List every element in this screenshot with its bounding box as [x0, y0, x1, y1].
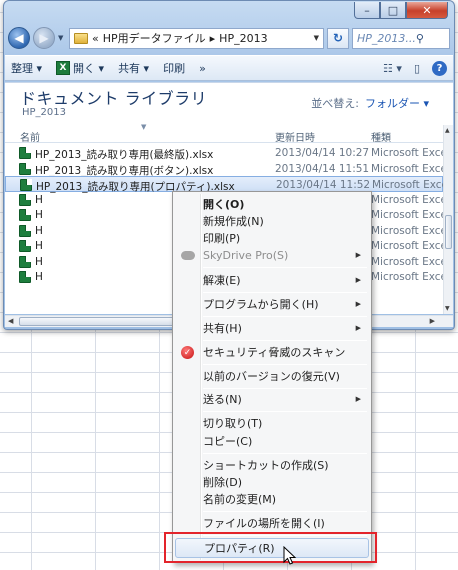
security-scan-icon: ✓ [181, 346, 194, 359]
excel-file-icon [19, 147, 31, 159]
menu-separator [203, 511, 367, 512]
print-button[interactable]: 印刷 [163, 60, 185, 76]
submenu-arrow-icon: ▶ [355, 251, 361, 259]
file-row[interactable]: HP_2013_読み取り専用(ボタン).xlsx 2013/04/14 11:5… [5, 161, 450, 177]
open-button[interactable]: X 開く ▾ [56, 60, 104, 76]
folder-icon [74, 32, 88, 44]
excel-file-icon [19, 193, 31, 206]
share-button[interactable]: 共有 ▾ [118, 60, 149, 76]
scroll-left-icon[interactable]: ◀ [8, 317, 13, 325]
menu-item-share[interactable]: 共有(H) ▶ [175, 318, 369, 338]
scroll-thumb[interactable] [445, 215, 452, 249]
sort-indicator-icon: ▼ [141, 123, 147, 131]
address-dropdown-icon[interactable]: ▼ [314, 34, 319, 42]
menu-separator [203, 316, 367, 317]
menu-separator [203, 340, 367, 341]
submenu-arrow-icon: ▶ [355, 300, 361, 308]
library-title: ドキュメント ライブラリ [20, 89, 208, 108]
context-menu: 開く(O) 新規作成(N) 印刷(P) SkyDrive Pro(S) ▶ 解凍… [172, 191, 372, 563]
breadcrumb-current[interactable]: HP_2013 [219, 32, 267, 45]
menu-item-extract[interactable]: 解凍(E) ▶ [175, 270, 369, 290]
excel-file-icon [19, 240, 31, 252]
excel-icon: X [56, 61, 71, 75]
excel-file-icon [19, 209, 31, 221]
refresh-button[interactable]: ↻ [327, 27, 349, 49]
file-row-selected[interactable]: HP_2013_読み取り専用(プロパティ).xlsx 2013/04/14 11… [5, 176, 451, 193]
forward-button[interactable]: ▶ [33, 27, 55, 49]
menu-item-open-with[interactable]: プログラムから開く(H) ▶ [175, 294, 369, 314]
menu-item-cut[interactable]: 切り取り(T) [175, 413, 369, 433]
menu-item-skydrive[interactable]: SkyDrive Pro(S) ▶ [175, 245, 369, 265]
menu-separator [203, 267, 367, 268]
close-button[interactable]: ✕ [406, 2, 448, 19]
address-bar[interactable]: « HP用データファイル ▸ HP_2013 ▼ [69, 27, 324, 49]
highlight-box [164, 532, 377, 563]
minimize-button[interactable]: – [354, 2, 380, 19]
column-header: ▼ 名前 更新日時 種類 [5, 123, 443, 144]
library-subtitle: HP_2013 [22, 107, 66, 118]
scroll-right-icon[interactable]: ▶ [430, 317, 435, 325]
back-button[interactable]: ◀ [8, 27, 30, 49]
organize-button[interactable]: 整理 ▾ [11, 60, 42, 76]
breadcrumb-overflow[interactable]: « [92, 32, 99, 45]
submenu-arrow-icon: ▶ [355, 324, 361, 332]
column-type[interactable]: 種類 [371, 129, 391, 144]
menu-item-open-location[interactable]: ファイルの場所を開く(I) [175, 513, 369, 533]
file-row[interactable]: HP_2013_読み取り専用(最終版).xlsx 2013/04/14 10:2… [5, 145, 450, 161]
help-icon[interactable]: ? [432, 60, 447, 76]
scroll-up-icon[interactable]: ▲ [445, 127, 450, 134]
menu-item-security-scan[interactable]: ✓ セキュリティ脅威のスキャン [175, 342, 369, 362]
menu-separator [203, 453, 367, 454]
submenu-arrow-icon: ▶ [355, 395, 361, 403]
excel-file-icon [19, 271, 31, 283]
search-icon: ⚲ [415, 31, 424, 45]
command-bar: 整理 ▾ X 開く ▾ 共有 ▾ 印刷 » ☷ ▾ ▯ ? [5, 55, 453, 81]
menu-separator [203, 292, 367, 293]
preview-pane-icon[interactable]: ▯ [414, 62, 420, 75]
menu-item-copy[interactable]: コピー(C) [175, 431, 369, 451]
address-row: ◀ ▶ ▼ « HP用データファイル ▸ HP_2013 ▼ ↻ HP_2013… [8, 26, 450, 50]
vertical-scrollbar[interactable]: ▲ ▼ [443, 125, 453, 314]
maximize-button[interactable]: □ [380, 2, 406, 19]
more-button[interactable]: » [199, 62, 206, 75]
excel-file-icon [19, 162, 31, 175]
recent-pages-dropdown[interactable]: ▼ [58, 34, 66, 42]
breadcrumb-arrow-icon[interactable]: ▸ [210, 32, 216, 45]
column-name[interactable]: 名前 [20, 129, 40, 144]
scroll-down-icon[interactable]: ▼ [445, 305, 450, 312]
view-options-icon[interactable]: ☷ ▾ [383, 62, 402, 75]
excel-file-icon [20, 179, 32, 191]
caption-buttons: – □ ✕ [354, 2, 448, 19]
menu-item-rename[interactable]: 名前の変更(M) [175, 489, 369, 509]
cloud-icon [181, 251, 195, 260]
arrange-by[interactable]: 並べ替え: フォルダー ▾ [311, 95, 429, 111]
excel-file-icon [19, 224, 31, 237]
menu-item-restore[interactable]: 以前のバージョンの復元(V) [175, 366, 369, 386]
search-input[interactable]: HP_2013... ⚲ [352, 27, 450, 49]
submenu-arrow-icon: ▶ [355, 276, 361, 284]
column-date[interactable]: 更新日時 [275, 129, 315, 144]
menu-item-send-to[interactable]: 送る(N) ▶ [175, 389, 369, 409]
breadcrumb-folder[interactable]: HP用データファイル [103, 30, 206, 46]
excel-file-icon [19, 255, 31, 268]
horizontal-scroll-thumb[interactable] [19, 317, 177, 326]
menu-separator [203, 411, 367, 412]
menu-separator [203, 364, 367, 365]
